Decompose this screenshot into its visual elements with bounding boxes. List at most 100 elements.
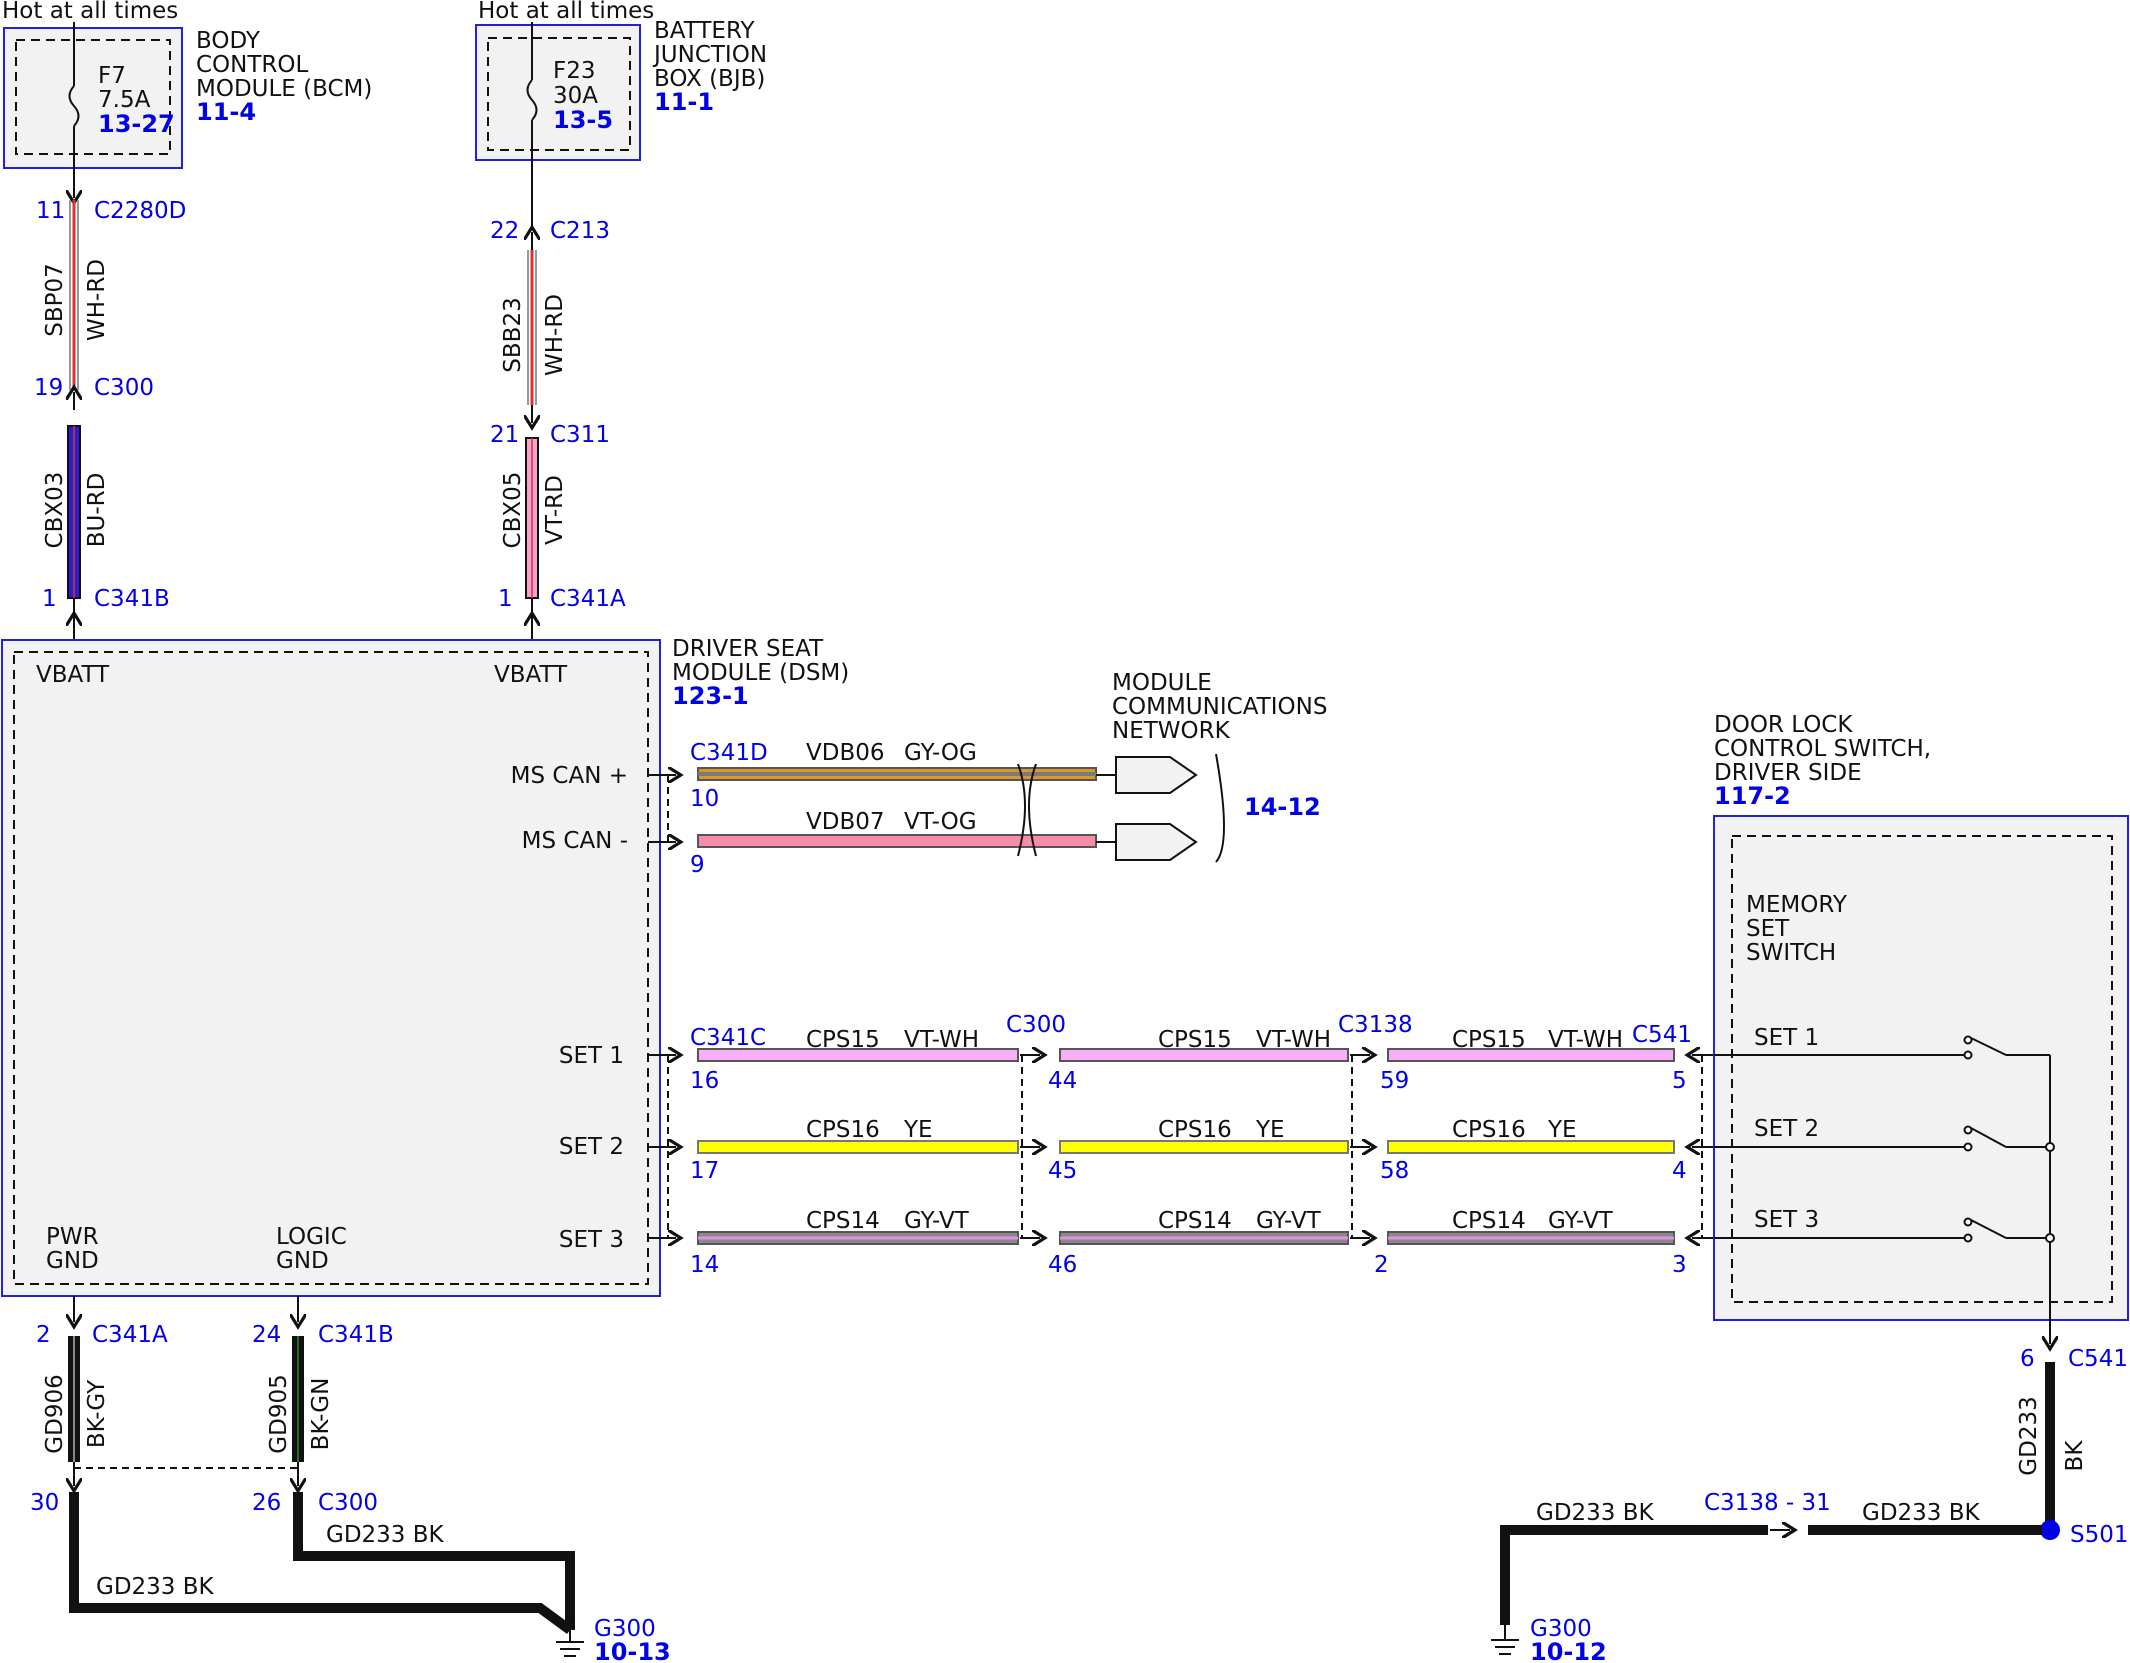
door-switch-ref-link[interactable]: 117-2: [1714, 782, 1791, 810]
set3-color-c: GY-VT: [1548, 1208, 1614, 1234]
color-sbp07: WH-RD: [84, 259, 110, 341]
ground-right-conn-c541: C541: [2068, 1346, 2128, 1372]
dsm-ref-link[interactable]: 123-1: [672, 682, 749, 710]
ground-right-wire-a: GD233 BK: [1536, 1500, 1655, 1526]
circuit-cbx03: CBX03: [42, 472, 68, 549]
bcm-title-2: CONTROL: [196, 52, 309, 78]
set1-color-b: VT-WH: [1256, 1027, 1331, 1053]
ground-symbol-right-icon: [1491, 1625, 1519, 1655]
conn-c341d: C341D: [690, 740, 768, 766]
dsm-ms-can-minus: MS CAN -: [522, 828, 628, 854]
logic-gnd-pin-24: 24: [252, 1322, 281, 1348]
wire-vdb07: [697, 834, 1097, 848]
set1-pin-59: 59: [1380, 1068, 1409, 1094]
wiring-diagram: Hot at all times F7 7.5A 13-27 BODY CONT…: [1, 0, 2129, 1663]
dsm-vbatt-left: VBATT: [36, 662, 110, 688]
set2-pin-17: 17: [690, 1158, 719, 1184]
inline-conn-c3138-31: C3138 - 31: [1704, 1490, 1831, 1516]
set2-pin-45: 45: [1048, 1158, 1077, 1184]
splice-s501-label: S501: [2070, 1522, 2129, 1548]
memory-switch-1: MEMORY: [1746, 892, 1848, 918]
set2-circuit-c: CPS16: [1452, 1117, 1526, 1143]
set3-pin-14: 14: [690, 1252, 719, 1278]
wire-gd906: [68, 1336, 80, 1462]
circuit-gd906: GD906: [42, 1374, 68, 1453]
ground-right-wire-b: GD233 BK: [1862, 1500, 1981, 1526]
door-set3-label: SET 3: [1754, 1207, 1819, 1233]
ground-symbol-left-icon: [556, 1630, 584, 1657]
fuse-f23-grid-link[interactable]: 13-5: [553, 106, 613, 134]
circuit-cbx05: CBX05: [500, 472, 526, 549]
can-plus-connector-icon: [1115, 756, 1198, 794]
dsm-set1: SET 1: [559, 1043, 624, 1069]
conn-c341b-top: C341B: [94, 586, 170, 612]
set1-color-c: VT-WH: [1548, 1027, 1623, 1053]
wire-cps16-c: [1387, 1140, 1675, 1154]
dsm-ms-can-plus: MS CAN +: [511, 763, 628, 789]
door-switch-title-1: DOOR LOCK: [1714, 712, 1853, 738]
set3-circuit-b: CPS14: [1158, 1208, 1232, 1234]
wire-cps15-c: [1387, 1048, 1675, 1062]
bcm-title-1: BODY: [196, 28, 261, 54]
color-gd906: BK-GY: [84, 1379, 110, 1448]
color-cbx03: BU-RD: [84, 473, 110, 548]
wire-gd905: [292, 1336, 304, 1462]
conn-c300-set: C300: [1006, 1012, 1066, 1038]
pin-19: 19: [34, 375, 63, 401]
set3-pin-46: 46: [1048, 1252, 1077, 1278]
set1-color-a: VT-WH: [904, 1027, 979, 1053]
door-set2-label: SET 2: [1754, 1116, 1819, 1142]
door-set1-label: SET 1: [1754, 1025, 1819, 1051]
set3-pin-3: 3: [1672, 1252, 1687, 1278]
set2-color-c: YE: [1547, 1117, 1577, 1143]
network-title-3: NETWORK: [1112, 718, 1231, 744]
bjb-title-1: BATTERY: [654, 18, 755, 44]
supply-label-bjb: Hot at all times: [478, 0, 654, 24]
set3-color-b: GY-VT: [1256, 1208, 1322, 1234]
dsm-logic-gnd-1: LOGIC: [276, 1224, 347, 1250]
network-title-2: COMMUNICATIONS: [1112, 694, 1327, 720]
fuse-f7-grid-link[interactable]: 13-27: [98, 110, 175, 138]
network-title-1: MODULE: [1112, 670, 1212, 696]
can-minus-connector-icon: [1115, 823, 1198, 861]
pwr-gnd-conn: C341A: [92, 1322, 168, 1348]
pin-22: 22: [490, 218, 519, 244]
set2-color-a: YE: [903, 1117, 933, 1143]
bcm-ref-link[interactable]: 11-4: [196, 98, 256, 126]
fuse-f23-label: F23: [553, 58, 596, 84]
ground-right-ref-link[interactable]: 10-12: [1530, 1638, 1607, 1663]
logic-gnd-conn: C341B: [318, 1322, 394, 1348]
conn-c213: C213: [550, 218, 610, 244]
dsm-set2: SET 2: [559, 1134, 624, 1160]
set2-pin-4: 4: [1672, 1158, 1687, 1184]
dsm-pwr-gnd-1: PWR: [46, 1224, 99, 1250]
set2-circuit-b: CPS16: [1158, 1117, 1232, 1143]
set3-color-a: GY-VT: [904, 1208, 970, 1234]
set1-pin-16: 16: [690, 1068, 719, 1094]
pwr-gnd-pin-2: 2: [36, 1322, 51, 1348]
ground-right-pin-6: 6: [2020, 1346, 2035, 1372]
wire-vdb06: [697, 767, 1097, 781]
can-minus-pin: 9: [690, 852, 705, 878]
pin-21: 21: [490, 422, 519, 448]
can-minus-circuit: VDB07: [806, 809, 885, 835]
dsm-vbatt-right: VBATT: [494, 662, 568, 688]
set2-circuit-a: CPS16: [806, 1117, 880, 1143]
bjb-ref-link[interactable]: 11-1: [654, 88, 714, 116]
set2-color-b: YE: [1255, 1117, 1285, 1143]
bjb-title-2: JUNCTION: [652, 42, 767, 68]
network-brace-icon: [1215, 753, 1225, 863]
splice-s501-icon: [2040, 1520, 2060, 1540]
memory-switch-2: SET: [1746, 916, 1790, 942]
wire-sbb23: [527, 250, 537, 405]
can-plus-color: GY-OG: [904, 740, 977, 766]
wire-cps14-c: [1387, 1231, 1675, 1245]
set2-pin-58: 58: [1380, 1158, 1409, 1184]
network-ref-link[interactable]: 14-12: [1244, 793, 1321, 821]
set3-circuit-a: CPS14: [806, 1208, 880, 1234]
conn-c541-set: C541: [1632, 1022, 1692, 1048]
set1-circuit-b: CPS15: [1158, 1027, 1232, 1053]
ground-right-color: BK: [2062, 1440, 2088, 1472]
color-cbx05: VT-RD: [542, 475, 568, 545]
ground-left-ref-link[interactable]: 10-13: [594, 1638, 671, 1663]
